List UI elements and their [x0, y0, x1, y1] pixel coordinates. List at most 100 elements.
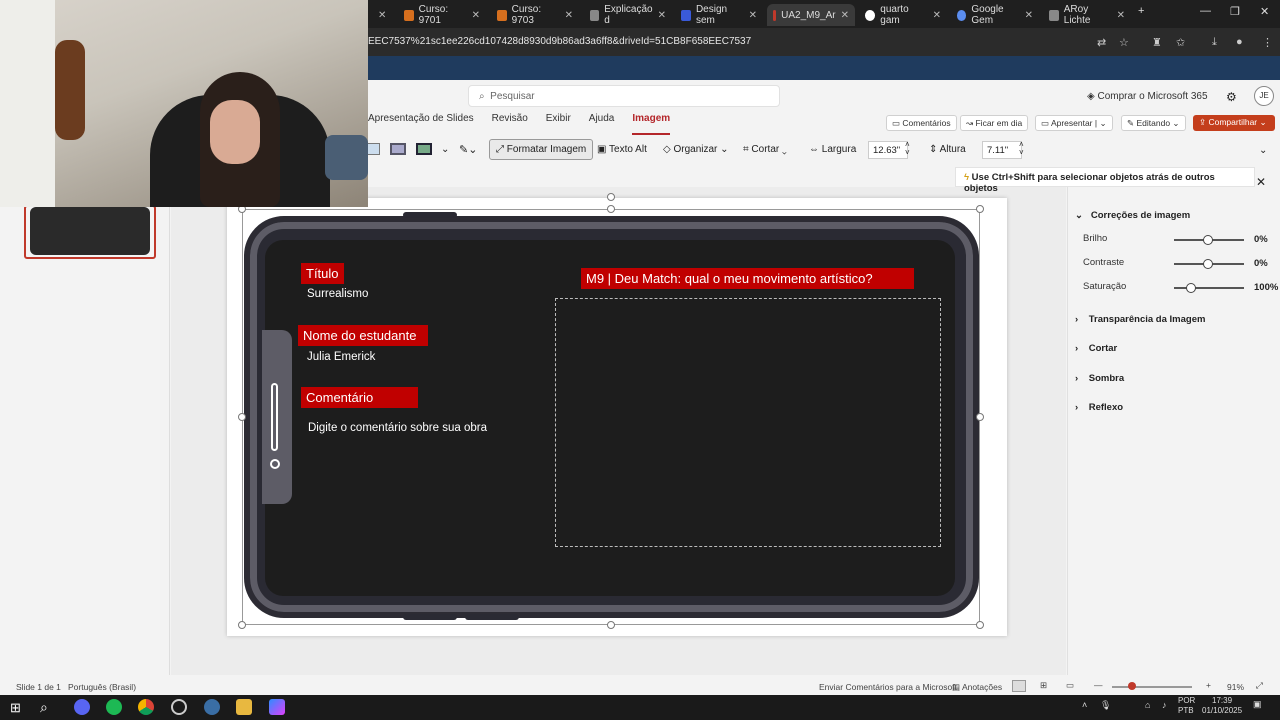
picture-border-icon[interactable]: ✎⌄: [459, 143, 477, 156]
avatar[interactable]: JE: [1254, 86, 1274, 106]
favorites-icon[interactable]: ✩: [1176, 36, 1185, 49]
obs-icon[interactable]: [171, 699, 187, 715]
download-icon[interactable]: ⤓: [1212, 36, 1217, 49]
profile-icon[interactable]: ●: [1236, 36, 1243, 48]
resize-handle[interactable]: [238, 413, 246, 421]
slider-knob[interactable]: [1186, 283, 1196, 293]
tab-apresentacao[interactable]: Apresentação de Slides: [368, 113, 474, 135]
resize-handle[interactable]: [607, 621, 615, 629]
zoom-level[interactable]: 91%: [1227, 682, 1244, 692]
tab-explicacao[interactable]: Explicação d ✕: [584, 4, 672, 26]
close-icon[interactable]: ✕: [1025, 10, 1033, 21]
file-explorer-icon[interactable]: [236, 699, 252, 715]
input-language[interactable]: POR PTB: [1178, 696, 1195, 716]
zoom-out-icon[interactable]: —: [1094, 680, 1103, 690]
section-crop[interactable]: › Cortar: [1075, 343, 1117, 354]
clock[interactable]: 17:39 01/10/2025: [1202, 696, 1242, 716]
picture-style-3-icon[interactable]: [416, 143, 432, 155]
copilot-icon[interactable]: [269, 699, 285, 715]
language-status[interactable]: Português (Brasil): [68, 682, 136, 692]
close-icon[interactable]: ✕: [1117, 10, 1125, 21]
section-transparency[interactable]: › Transparência da Imagem: [1075, 314, 1205, 325]
comments-button[interactable]: ▭ Comentários: [886, 115, 957, 131]
tab-close-first[interactable]: ✕: [372, 4, 392, 26]
settings-gear-icon[interactable]: ⚙: [1226, 90, 1237, 104]
search-icon[interactable]: ⌕: [40, 699, 48, 716]
restore-icon[interactable]: ❐: [1230, 5, 1240, 18]
tab-curso-2[interactable]: Curso: 9703 ✕: [491, 4, 579, 26]
tab-imagem[interactable]: Imagem: [632, 113, 671, 135]
catch-up-button[interactable]: ↝ Ficar em dia: [960, 115, 1029, 131]
app-icon[interactable]: [204, 699, 220, 715]
styles-more-icon[interactable]: ⌄: [441, 144, 449, 155]
close-icon[interactable]: ✕: [658, 10, 666, 21]
fit-slide-icon[interactable]: ⤢: [1256, 680, 1263, 691]
height-input[interactable]: 7.11": [982, 141, 1022, 159]
zoom-in-icon[interactable]: +: [1206, 680, 1211, 690]
tab-curso-1[interactable]: Curso: 9701 ✕: [398, 4, 486, 26]
width-spinner-icon[interactable]: ˄ ˅: [905, 141, 910, 157]
brightness-slider[interactable]: [1174, 235, 1244, 245]
star-icon[interactable]: ☆: [1119, 36, 1129, 49]
section-shadow[interactable]: › Sombra: [1075, 373, 1124, 384]
reading-view-icon[interactable]: ▭: [1066, 680, 1074, 691]
rotate-handle-icon[interactable]: [607, 193, 615, 201]
section-image-corrections[interactable]: ⌄ Correções de imagem: [1075, 210, 1190, 221]
contrast-slider[interactable]: [1174, 259, 1244, 269]
notes-button[interactable]: ▤ Anotações: [952, 682, 1002, 693]
format-image-button[interactable]: ⤢ Formatar Imagem: [489, 139, 594, 160]
tab-design[interactable]: Design sem ✕: [675, 4, 763, 26]
extensions-icon[interactable]: ♜: [1152, 36, 1162, 49]
slide-thumbnail-1[interactable]: [24, 205, 156, 259]
crop-button[interactable]: ⌗ Cortar ⌄: [743, 144, 787, 155]
width-input[interactable]: 12.63": [868, 141, 908, 159]
present-button[interactable]: ▭ Apresentar | ⌄: [1035, 115, 1113, 131]
tab-revisao[interactable]: Revisão: [492, 113, 528, 135]
discord-icon[interactable]: [74, 699, 90, 715]
search-input[interactable]: ⌕ Pesquisar: [468, 85, 780, 107]
close-icon[interactable]: ✕: [565, 10, 573, 21]
slider-knob[interactable]: [1203, 259, 1213, 269]
tab-ua2-active[interactable]: UA2_M9_Ar ✕: [767, 4, 855, 26]
minimize-icon[interactable]: —: [1200, 5, 1211, 17]
arrange-button[interactable]: ◇ Organizar ⌄: [663, 144, 729, 155]
tab-quarto[interactable]: quarto gam ✕: [859, 4, 947, 26]
resize-handle[interactable]: [607, 205, 615, 213]
resize-handle[interactable]: [238, 621, 246, 629]
resize-handle[interactable]: [976, 205, 984, 213]
spotify-icon[interactable]: [106, 699, 122, 715]
slider-knob[interactable]: [1203, 235, 1213, 245]
saturation-slider[interactable]: [1174, 283, 1244, 293]
tray-expand-icon[interactable]: ˄: [1082, 700, 1087, 710]
menu-icon[interactable]: ⋮: [1262, 36, 1273, 49]
new-tab-icon[interactable]: +: [1138, 5, 1144, 17]
slide-sorter-icon[interactable]: ⊞: [1040, 680, 1047, 691]
picture-style-1-icon[interactable]: [366, 143, 380, 155]
notifications-icon[interactable]: ▣: [1253, 699, 1262, 710]
tab-ajuda[interactable]: Ajuda: [589, 113, 615, 135]
ribbon-expand-icon[interactable]: ⌄: [1259, 145, 1267, 156]
translate-icon[interactable]: ⇄: [1097, 36, 1106, 49]
resize-handle[interactable]: [976, 621, 984, 629]
send-feedback-link[interactable]: Enviar Comentários para a Microsoft: [819, 682, 957, 692]
mic-icon[interactable]: 🎙: [1100, 700, 1111, 711]
picture-style-2-icon[interactable]: [390, 143, 406, 155]
alt-text-button[interactable]: ▣ Texto Alt: [597, 144, 647, 155]
chrome-icon[interactable]: [138, 699, 154, 715]
close-icon[interactable]: ✕: [749, 10, 757, 21]
section-reflection[interactable]: › Reflexo: [1075, 402, 1123, 413]
chevron-down-icon[interactable]: | ⌄: [1093, 118, 1107, 128]
close-icon[interactable]: ✕: [472, 10, 480, 21]
zoom-knob[interactable]: [1128, 682, 1136, 690]
editing-mode-button[interactable]: ✎ Editando ⌄: [1121, 115, 1186, 131]
zoom-slider[interactable]: [1112, 686, 1192, 688]
height-spinner-icon[interactable]: ˄ ˅: [1019, 141, 1024, 157]
normal-view-icon[interactable]: [1012, 680, 1026, 692]
share-button[interactable]: ⇪ Compartilhar ⌄: [1193, 115, 1275, 131]
close-icon[interactable]: ✕: [933, 10, 941, 21]
tab-gemini[interactable]: Google Gem ✕: [951, 4, 1039, 26]
buy-microsoft-button[interactable]: ◈ Comprar o Microsoft 365: [1087, 91, 1208, 102]
url-text[interactable]: EEC7537%21sc1ee226cd107428d8930d9b86ad3a…: [368, 36, 751, 47]
volume-icon[interactable]: ♪: [1162, 700, 1167, 710]
close-icon[interactable]: ✕: [841, 10, 849, 21]
